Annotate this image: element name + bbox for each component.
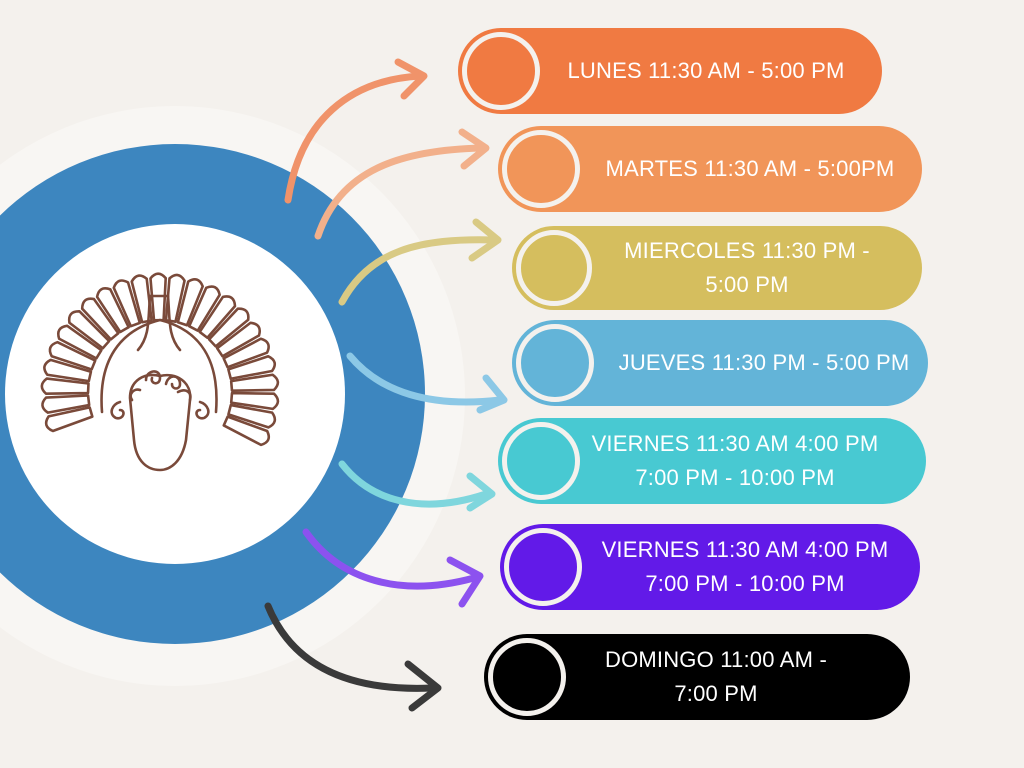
circle-bullet-icon — [504, 528, 582, 606]
schedule-pill: DOMINGO 11:00 AM - 7:00 PM — [484, 634, 910, 720]
schedule-pill: VIERNES 11:30 AM 4:00 PM 7:00 PM - 10:00… — [500, 524, 920, 610]
schedule-label: DOMINGO 11:00 AM - 7:00 PM — [604, 647, 828, 706]
circle-bullet-icon — [516, 230, 592, 306]
circle-bullet-icon — [516, 324, 594, 402]
schedule-label: JUEVES 11:30 PM - 5:00 PM — [618, 350, 910, 375]
schedule-pill: LUNES 11:30 AM - 5:00 PM — [458, 28, 882, 114]
schedule-pill: MARTES 11:30 AM - 5:00PM — [498, 126, 922, 212]
circle-bullet-icon — [502, 130, 580, 208]
arrow-head-icon — [476, 374, 508, 414]
schedule-pill: JUEVES 11:30 PM - 5:00 PM — [512, 320, 928, 406]
circle-bullet-icon — [462, 32, 540, 110]
schedule-label: LUNES 11:30 AM - 5:00 PM — [567, 58, 845, 83]
schedule-label: VIERNES 11:30 AM 4:00 PM 7:00 PM - 10:00… — [591, 431, 879, 490]
schedule-label: VIERNES 11:30 AM 4:00 PM 7:00 PM - 10:00… — [601, 537, 889, 596]
schedule-label: MIERCOLES 11:30 PM - 5:00 PM — [624, 238, 870, 297]
schedule-pill: MIERCOLES 11:30 PM - 5:00 PM — [512, 226, 922, 310]
schedule-pill: VIERNES 11:30 AM 4:00 PM 7:00 PM - 10:00… — [498, 418, 926, 504]
schedule-label: MARTES 11:30 AM - 5:00PM — [605, 156, 895, 181]
circle-bullet-icon — [502, 422, 580, 500]
